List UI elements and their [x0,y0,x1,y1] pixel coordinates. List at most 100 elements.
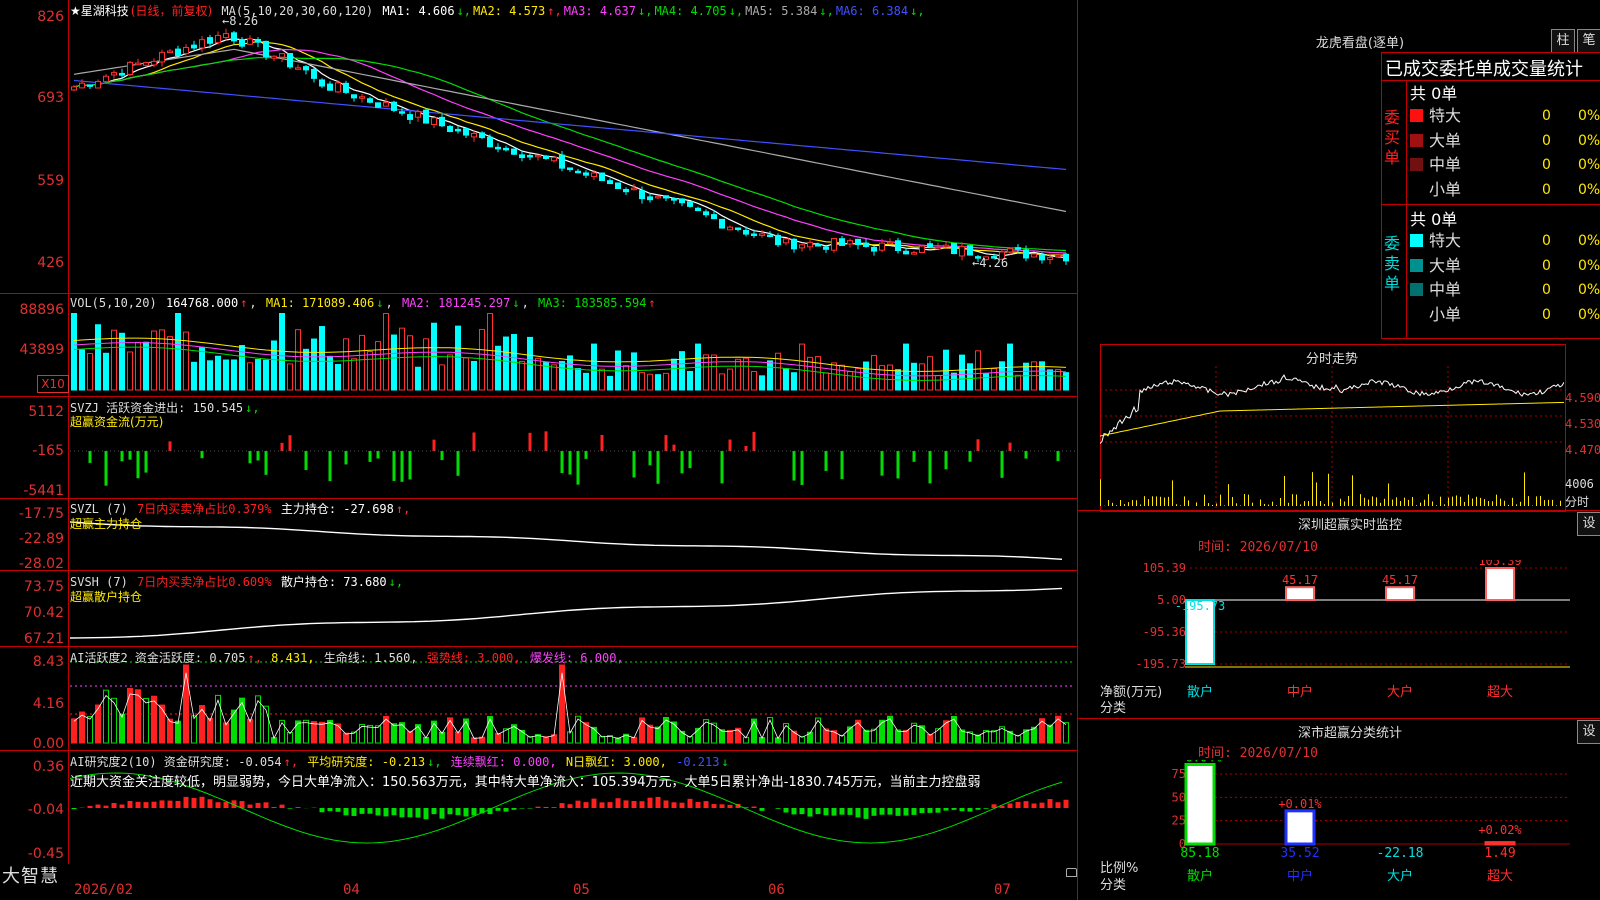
intraday-vol-bar [1316,482,1317,506]
candle-body [647,196,653,201]
candle-body [567,167,573,171]
activity-bar [279,719,285,744]
dragon-divider [1381,204,1600,205]
intraday-chart[interactable] [1100,366,1564,510]
ma-item: MA4: 4.705 [654,4,727,18]
candle-body [327,83,333,91]
intraday-vol-bar [1368,499,1369,506]
candle-body [887,241,893,245]
research-bar [775,808,781,809]
vol-ma3-arrow: ↑ [648,296,656,310]
lock-icon[interactable] [1066,868,1077,877]
volume-bar [175,313,181,391]
candle-body [935,246,941,250]
candle-body [759,233,765,236]
intraday-vol-bar [1276,505,1277,506]
research-bar [359,808,365,814]
intraday-vol-bar [1488,500,1489,506]
intraday-vol-bar [1364,497,1365,506]
monitor-ytick: -95.36 [1143,625,1186,639]
research-bar [583,802,589,808]
fundflow-bar [1024,451,1028,459]
research-bar [151,801,157,808]
stock-title[interactable]: ★星湖科技 [70,4,129,18]
candle-body [351,94,357,99]
research-bar [159,800,165,808]
bar-view-button[interactable]: 柱 [1551,29,1575,53]
ma-item: MA6: 6.384 [835,4,909,18]
research-bar [1023,801,1029,808]
research-bar [951,808,957,810]
intraday-vol-bar [1240,505,1241,506]
research-bar [607,802,613,808]
research-bar [543,806,549,808]
volume-bar [127,351,133,391]
monitor-bar [1285,586,1315,602]
candle-body [175,48,181,57]
research-bar [879,808,885,815]
fundflow-bar [472,432,476,451]
research-bar [551,807,557,808]
intraday-vol-bar [1464,501,1465,506]
svzl-ytick: -28.02 [18,556,64,572]
candle-body [911,252,917,255]
research-bar [815,808,821,815]
ai-research-ytick: -0.04 [27,802,64,818]
classify-settings-button[interactable]: 设 [1577,720,1600,744]
research-bar [135,801,141,808]
research-bar [895,808,901,816]
candle-body [831,237,837,251]
kline-chart-svg[interactable] [70,0,1075,864]
volume-bar [263,359,269,391]
activity-bar [463,718,469,744]
intraday-vol-bar [1560,500,1561,506]
intraday-vol-bar [1196,502,1197,506]
research-bar [191,797,197,808]
ai-active-strong: 强势线: 3.000, [426,651,521,665]
monitor-category: 超大 [1487,685,1513,700]
ma-arrow: ↓, [637,4,653,18]
volume-bar [815,356,821,391]
order-row: 特大 0 0% [1410,104,1600,128]
volume-bar [391,334,397,391]
volume-bar [951,372,957,391]
intraday-vol-bar [1536,496,1537,506]
candle-body [623,189,629,193]
research-bar [575,800,581,808]
research-bar [927,808,933,813]
intraday-vol-bar [1512,497,1513,506]
intraday-vol-bar [1180,505,1181,506]
order-pct: 0% [1578,132,1600,149]
order-row: 中单 0 0% [1410,278,1600,302]
intraday-vol-bar [1408,499,1409,506]
color-swatch [1410,183,1423,196]
candle-body [959,245,965,257]
volume-bar [751,371,757,391]
svzj-ytick: -165 [32,443,64,459]
monitor-chart: 105.395.00-95.36-195.73-195.73散户45.17中户4… [1135,560,1570,700]
order-type: 中单 [1429,155,1462,174]
research-bar [111,803,117,808]
activity-bar [135,689,141,744]
intraday-vol-bar [1312,472,1313,506]
intraday-vol-bar [1404,497,1405,506]
order-type: 小单 [1429,179,1462,199]
candle-body [639,190,645,200]
activity-bar [647,724,653,744]
intraday-vol-bar [1308,501,1309,506]
volume-bar [343,338,349,391]
research-bar [471,808,477,816]
fundflow-bar [1056,451,1060,462]
research-bar [279,804,285,808]
candle-body [287,53,293,68]
research-bar [631,801,637,808]
research-bar [527,808,533,809]
research-bar [711,804,717,808]
volume-bar [79,349,85,391]
tick-view-button[interactable]: 笔 [1577,29,1600,53]
research-bar [1039,802,1045,808]
monitor-settings-button[interactable]: 设 [1577,512,1600,536]
fundflow-bar [568,451,572,475]
color-swatch [1410,283,1423,296]
order-count: 0 [1542,282,1551,298]
